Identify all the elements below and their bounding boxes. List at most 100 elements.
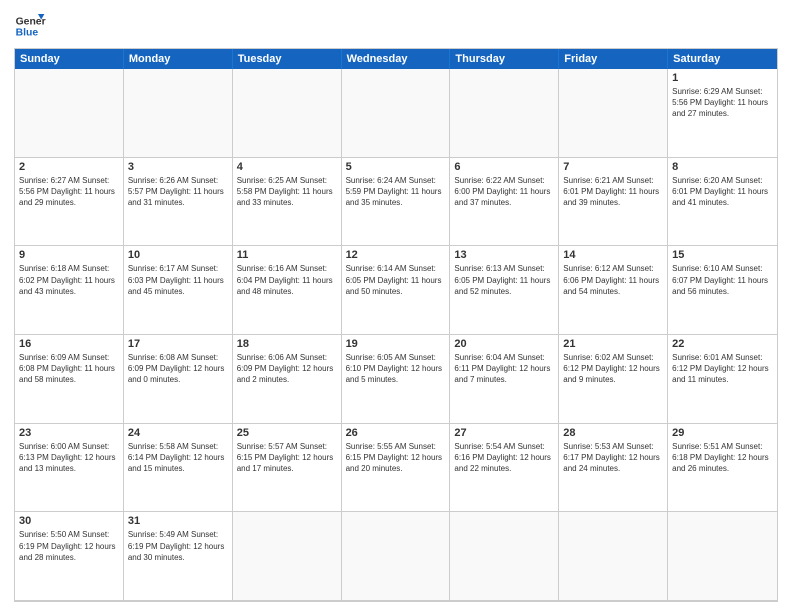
calendar-cell: 17Sunrise: 6:08 AM Sunset: 6:09 PM Dayli… (124, 335, 233, 424)
calendar-cell: 3Sunrise: 6:26 AM Sunset: 5:57 PM Daylig… (124, 158, 233, 247)
calendar-cell: 11 Sunrise: 6:16 AM Sunset: 6:04 PM Dayli… (233, 246, 342, 335)
sun-info: Sunrise: 6:17 AM Sunset: 6:03 PM Dayligh… (128, 263, 228, 297)
calendar-cell: 24 Sunrise: 5:58 AM Sunset: 6:14 PM Dayli… (124, 424, 233, 513)
sun-info: Sunrise: 6:05 AM Sunset: 6:10 PM Dayligh… (346, 352, 446, 386)
day-number: 23 (19, 427, 119, 439)
calendar-cell (342, 512, 451, 601)
calendar-cell: 28 Sunrise: 5:53 AM Sunset: 6:17 PM Dayli… (559, 424, 668, 513)
calendar-cell: 10 Sunrise: 6:17 AM Sunset: 6:03 PM Dayli… (124, 246, 233, 335)
sun-info: Sunrise: 5:53 AM Sunset: 6:17 PM Dayligh… (563, 441, 663, 475)
calendar-cell (233, 69, 342, 158)
sun-info: Sunrise: 5:55 AM Sunset: 6:15 PM Dayligh… (346, 441, 446, 475)
sun-info: Sunrise: 6:00 AM Sunset: 6:13 PM Dayligh… (19, 441, 119, 475)
sun-info: Sunrise: 6:24 AM Sunset: 5:59 PM Dayligh… (346, 175, 446, 209)
calendar-cell: 9Sunrise: 6:18 AM Sunset: 6:02 PM Daylig… (15, 246, 124, 335)
sun-info: Sunrise: 6:13 AM Sunset: 6:05 PM Dayligh… (454, 263, 554, 297)
logo: General Blue (14, 10, 46, 42)
calendar-cell: 4 Sunrise: 6:25 AM Sunset: 5:58 PM Daylig… (233, 158, 342, 247)
day-number: 28 (563, 427, 663, 439)
calendar-cell (450, 69, 559, 158)
weekday-header: Sunday (15, 49, 124, 69)
day-number: 25 (237, 427, 337, 439)
day-number: 27 (454, 427, 554, 439)
day-number: 26 (346, 427, 446, 439)
sun-info: Sunrise: 5:58 AM Sunset: 6:14 PM Dayligh… (128, 441, 228, 475)
sun-info: Sunrise: 6:27 AM Sunset: 5:56 PM Dayligh… (19, 175, 119, 209)
day-number: 9 (19, 249, 119, 261)
sun-info: Sunrise: 6:04 AM Sunset: 6:11 PM Dayligh… (454, 352, 554, 386)
day-number: 14 (563, 249, 663, 261)
calendar-cell: 2 Sunrise: 6:27 AM Sunset: 5:56 PM Daylig… (15, 158, 124, 247)
day-number: 8 (672, 161, 773, 173)
day-number: 1 (672, 72, 773, 84)
weekday-header: Friday (559, 49, 668, 69)
day-number: 19 (346, 338, 446, 350)
calendar-cell: 7 Sunrise: 6:21 AM Sunset: 6:01 PM Daylig… (559, 158, 668, 247)
sun-info: Sunrise: 6:20 AM Sunset: 6:01 PM Dayligh… (672, 175, 773, 209)
calendar-cell: 30 Sunrise: 5:50 AM Sunset: 6:19 PM Dayli… (15, 512, 124, 601)
calendar-cell: 19 Sunrise: 6:05 AM Sunset: 6:10 PM Dayli… (342, 335, 451, 424)
calendar-cell (342, 69, 451, 158)
calendar-cell (450, 512, 559, 601)
calendar-cell: 6 Sunrise: 6:22 AM Sunset: 6:00 PM Daylig… (450, 158, 559, 247)
day-number: 10 (128, 249, 228, 261)
sun-info: Sunrise: 6:01 AM Sunset: 6:12 PM Dayligh… (672, 352, 773, 386)
calendar-cell (233, 512, 342, 601)
sun-info: Sunrise: 6:25 AM Sunset: 5:58 PM Dayligh… (237, 175, 337, 209)
calendar-cell: 5 Sunrise: 6:24 AM Sunset: 5:59 PM Daylig… (342, 158, 451, 247)
calendar-cell: 27Sunrise: 5:54 AM Sunset: 6:16 PM Dayli… (450, 424, 559, 513)
day-number: 15 (672, 249, 773, 261)
calendar-cell (124, 69, 233, 158)
calendar-cell (559, 69, 668, 158)
sun-info: Sunrise: 6:12 AM Sunset: 6:06 PM Dayligh… (563, 263, 663, 297)
sun-info: Sunrise: 5:57 AM Sunset: 6:15 PM Dayligh… (237, 441, 337, 475)
calendar-cell: 15 Sunrise: 6:10 AM Sunset: 6:07 PM Dayli… (668, 246, 777, 335)
day-number: 2 (19, 161, 119, 173)
day-number: 20 (454, 338, 554, 350)
day-number: 22 (672, 338, 773, 350)
calendar-cell: 13 Sunrise: 6:13 AM Sunset: 6:05 PM Dayli… (450, 246, 559, 335)
calendar-cell: 22 Sunrise: 6:01 AM Sunset: 6:12 PM Dayli… (668, 335, 777, 424)
calendar-header: SundayMondayTuesdayWednesdayThursdayFrid… (15, 49, 777, 69)
calendar-cell (668, 512, 777, 601)
sun-info: Sunrise: 5:49 AM Sunset: 6:19 PM Dayligh… (128, 529, 228, 563)
calendar: SundayMondayTuesdayWednesdayThursdayFrid… (14, 48, 778, 602)
calendar-cell: 14 Sunrise: 6:12 AM Sunset: 6:06 PM Dayli… (559, 246, 668, 335)
day-number: 5 (346, 161, 446, 173)
sun-info: Sunrise: 6:29 AM Sunset: 5:56 PM Dayligh… (672, 86, 773, 120)
calendar-cell: 26 Sunrise: 5:55 AM Sunset: 6:15 PM Dayli… (342, 424, 451, 513)
sun-info: Sunrise: 6:09 AM Sunset: 6:08 PM Dayligh… (19, 352, 119, 386)
sun-info: Sunrise: 6:21 AM Sunset: 6:01 PM Dayligh… (563, 175, 663, 209)
calendar-cell: 21 Sunrise: 6:02 AM Sunset: 6:12 PM Dayli… (559, 335, 668, 424)
day-number: 7 (563, 161, 663, 173)
day-number: 29 (672, 427, 773, 439)
calendar-cell: 16 Sunrise: 6:09 AM Sunset: 6:08 PM Dayli… (15, 335, 124, 424)
calendar-cell: 1 Sunrise: 6:29 AM Sunset: 5:56 PM Daylig… (668, 69, 777, 158)
sun-info: Sunrise: 6:02 AM Sunset: 6:12 PM Dayligh… (563, 352, 663, 386)
weekday-header: Wednesday (342, 49, 451, 69)
calendar-cell: 29 Sunrise: 5:51 AM Sunset: 6:18 PM Dayli… (668, 424, 777, 513)
day-number: 18 (237, 338, 337, 350)
svg-text:Blue: Blue (16, 28, 39, 39)
day-number: 30 (19, 515, 119, 527)
day-number: 21 (563, 338, 663, 350)
day-number: 24 (128, 427, 228, 439)
sun-info: Sunrise: 5:51 AM Sunset: 6:18 PM Dayligh… (672, 441, 773, 475)
calendar-cell: 12Sunrise: 6:14 AM Sunset: 6:05 PM Dayli… (342, 246, 451, 335)
calendar-cell (15, 69, 124, 158)
day-number: 6 (454, 161, 554, 173)
day-number: 16 (19, 338, 119, 350)
day-number: 4 (237, 161, 337, 173)
sun-info: Sunrise: 6:10 AM Sunset: 6:07 PM Dayligh… (672, 263, 773, 297)
generalblue-icon: General Blue (14, 10, 46, 42)
day-number: 3 (128, 161, 228, 173)
weekday-header: Tuesday (233, 49, 342, 69)
page: General Blue SundayMondayTuesdayWednesda… (0, 0, 792, 612)
sun-info: Sunrise: 6:22 AM Sunset: 6:00 PM Dayligh… (454, 175, 554, 209)
sun-info: Sunrise: 6:16 AM Sunset: 6:04 PM Dayligh… (237, 263, 337, 297)
day-number: 13 (454, 249, 554, 261)
calendar-cell (559, 512, 668, 601)
sun-info: Sunrise: 5:50 AM Sunset: 6:19 PM Dayligh… (19, 529, 119, 563)
day-number: 11 (237, 249, 337, 261)
calendar-body: 1 Sunrise: 6:29 AM Sunset: 5:56 PM Daylig… (15, 69, 777, 601)
